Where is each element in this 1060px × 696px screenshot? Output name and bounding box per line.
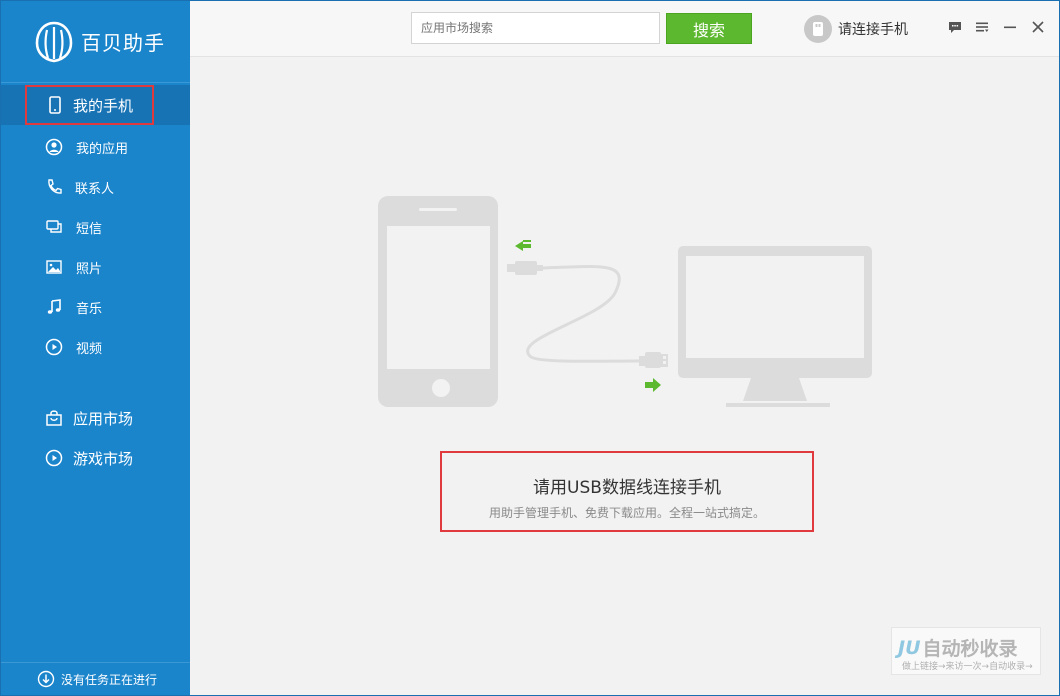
user-circle-icon [44,137,64,157]
download-circle-icon [37,670,55,688]
sidebar-item-label: 视频 [76,341,103,357]
shell-logo-icon [35,21,73,62]
watermark-title: 自动秒收录 [922,638,1018,660]
shopping-bag-icon [44,408,64,428]
sidebar-item-label: 音乐 [76,301,103,317]
sidebar-item-label: 应用市场 [73,409,134,428]
image-icon [44,257,64,277]
watermark-subtitle: 做上链接→来访一次→自动收录→ [902,662,1033,672]
sidebar-item-sms[interactable]: 短信 [1,207,190,247]
phone-handset-icon [44,177,64,197]
music-note-icon [44,297,64,317]
task-status-text: 没有任务正在进行 [61,672,158,687]
task-status-bar[interactable]: 没有任务正在进行 [1,662,190,695]
sidebar-item-music[interactable]: 音乐 [1,287,190,327]
play-circle-icon [44,337,64,357]
usb-plug-icon [507,261,543,275]
close-icon[interactable] [1028,17,1048,37]
connect-instruction-subtitle: 用助手管理手机、免费下载应用。全程一站式搞定。 [488,506,765,520]
sidebar-item-app-market[interactable]: 应用市场 [1,398,190,438]
sidebar-item-label: 游戏市场 [73,449,134,468]
device-avatar [804,15,832,43]
connect-label: 请连接手机 [838,22,908,38]
sidebar-item-videos[interactable]: 视频 [1,327,190,367]
connect-instruction-title: 请用USB数据线连接手机 [533,478,721,498]
watermark: JU 自动秒收录 做上链接→来访一次→自动收录→ [891,627,1041,675]
app-name: 百贝助手 [81,31,165,55]
arrow-right-icon [645,378,661,392]
search-button[interactable]: 搜索 [666,13,752,44]
usb-device-icon [813,22,823,36]
minimize-icon[interactable] [1000,17,1020,37]
monitor-illustration-icon [678,246,872,407]
play-circle-icon [44,448,64,468]
top-bar: 搜索 请连接手机 [190,1,1059,57]
message-icon [44,217,64,237]
feedback-icon[interactable] [945,17,965,37]
sidebar-item-my-apps[interactable]: 我的应用 [1,127,190,167]
usb-cable [526,264,642,363]
sidebar-item-label: 短信 [76,221,103,237]
menu-icon[interactable] [972,17,992,37]
app-window: 百贝助手 我的手机 我的应用 联系人 短信 照片 音乐 视频 应用市场 游戏市场… [0,0,1060,696]
usb-plug-icon [639,352,668,368]
usb-connection-illustration [378,196,872,407]
arrow-left-icon [515,240,531,251]
sidebar-item-label: 联系人 [75,181,115,197]
watermark-prefix: JU [898,636,921,659]
sidebar-item-contacts[interactable]: 联系人 [1,167,190,207]
highlight-frame [25,85,154,125]
connect-instruction-box: 请用USB数据线连接手机 用助手管理手机、免费下载应用。全程一站式搞定。 [440,451,814,532]
search-input[interactable] [411,12,660,44]
app-logo: 百贝助手 [1,1,190,83]
sidebar-item-label: 照片 [76,261,103,277]
watermark-main: JU 自动秒收录 [898,634,1018,661]
sidebar: 百贝助手 我的手机 我的应用 联系人 短信 照片 音乐 视频 应用市场 游戏市场… [1,1,190,695]
sidebar-item-label: 我的应用 [76,141,129,157]
sidebar-item-game-market[interactable]: 游戏市场 [1,438,190,478]
connect-phone-status[interactable]: 请连接手机 [804,15,908,43]
sidebar-item-photos[interactable]: 照片 [1,247,190,287]
phone-illustration-icon [378,196,498,407]
